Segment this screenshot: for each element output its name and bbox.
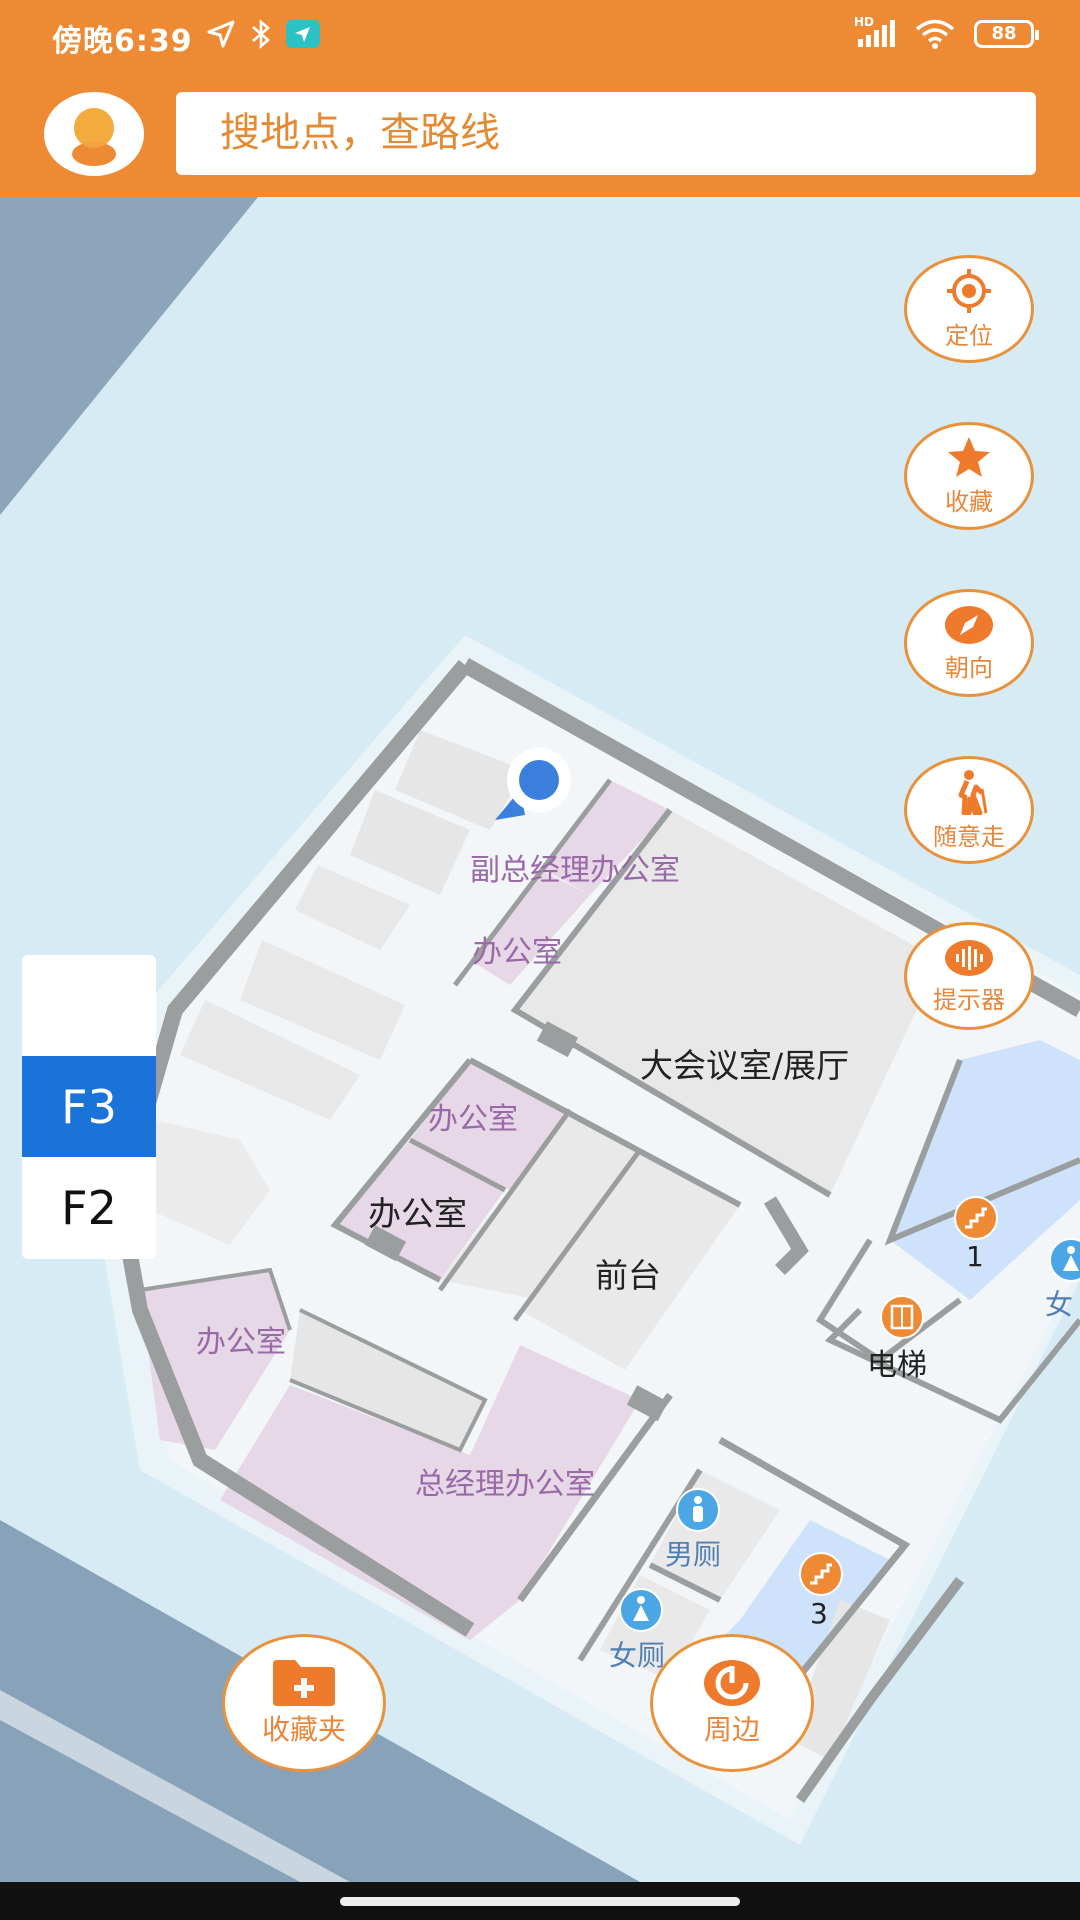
restroom-icon[interactable] (618, 1587, 664, 1633)
system-nav-bar (0, 1882, 1080, 1920)
map-label-womens-restroom[interactable]: 女 (1045, 1283, 1073, 1323)
status-bar: 傍晚6:39 HD 88 (0, 0, 1080, 76)
folder-plus-icon (273, 1660, 335, 1706)
top-header: 傍晚6:39 HD 88 搜地点，查路线 (0, 0, 1080, 197)
map-label-mens-restroom[interactable]: 男厕 (665, 1533, 721, 1573)
status-icons (206, 18, 320, 50)
signal-icon: HD (854, 15, 896, 49)
compass-icon (945, 605, 993, 644)
orientation-label: 朝向 (945, 653, 993, 682)
battery-indicator: 88 (974, 20, 1039, 48)
restroom-icon[interactable] (1048, 1237, 1080, 1283)
map-label-office[interactable]: 办公室 (196, 1317, 286, 1361)
map-label-stairs-number: 3 (810, 1597, 828, 1630)
walking-person-icon (958, 769, 988, 815)
floor-selector: F3 F2 (22, 955, 156, 1259)
floor-option-blank[interactable] (22, 955, 156, 1056)
status-time: 傍晚6:39 (52, 24, 193, 59)
floor-option-f3[interactable]: F3 (22, 1056, 156, 1157)
avatar[interactable] (44, 92, 144, 176)
map-label-office[interactable]: 办公室 (472, 927, 562, 971)
bluetooth-icon (252, 19, 270, 49)
audio-wave-icon (945, 939, 993, 976)
map-label-office[interactable]: 办公室 (368, 1187, 467, 1235)
user-avatar-icon (72, 108, 116, 166)
map-label-gm-office[interactable]: 总经理办公室 (415, 1459, 595, 1503)
wifi-icon (915, 19, 955, 49)
favorites-folder-button[interactable]: 收藏夹 (222, 1634, 386, 1772)
star-icon (948, 436, 990, 477)
locate-label: 定位 (945, 321, 993, 350)
locate-button[interactable]: 定位 (904, 255, 1034, 363)
home-gesture-bar[interactable] (340, 1897, 740, 1906)
nearby-button[interactable]: 周边 (650, 1634, 814, 1772)
app-notification-icon (286, 20, 320, 48)
stairs-icon[interactable] (953, 1195, 999, 1241)
nearby-radar-icon (704, 1660, 760, 1706)
map-label-vice-gm-office[interactable]: 副总经理办公室 (470, 845, 680, 889)
restroom-icon[interactable] (675, 1487, 721, 1533)
favorite-label: 收藏 (945, 487, 993, 516)
status-right-icons: HD 88 (854, 15, 1039, 50)
orientation-button[interactable]: 朝向 (904, 589, 1034, 697)
prompter-label: 提示器 (933, 985, 1005, 1014)
walk-button[interactable]: 随意走 (904, 756, 1034, 864)
prompter-button[interactable]: 提示器 (904, 922, 1034, 1030)
search-input[interactable]: 搜地点，查路线 (176, 92, 1036, 175)
crosshair-icon (947, 268, 991, 313)
elevator-icon[interactable] (879, 1294, 925, 1340)
walk-label: 随意走 (933, 822, 1005, 851)
map-label-elevator[interactable]: 电梯 (867, 1340, 927, 1384)
stairs-icon[interactable] (798, 1551, 844, 1597)
map-label-reception[interactable]: 前台 (595, 1249, 661, 1297)
map-label-stairs-number: 1 (966, 1240, 984, 1273)
map-label-womens-restroom[interactable]: 女厕 (609, 1634, 665, 1674)
nearby-label: 周边 (703, 1713, 760, 1746)
floor-option-f2[interactable]: F2 (22, 1157, 156, 1258)
favorite-button[interactable]: 收藏 (904, 422, 1034, 530)
favorites-folder-label: 收藏夹 (261, 1713, 346, 1746)
map-label-meeting-hall[interactable]: 大会议室/展厅 (640, 1039, 849, 1087)
location-arrow-icon (207, 20, 235, 48)
map-label-office[interactable]: 办公室 (428, 1094, 518, 1138)
